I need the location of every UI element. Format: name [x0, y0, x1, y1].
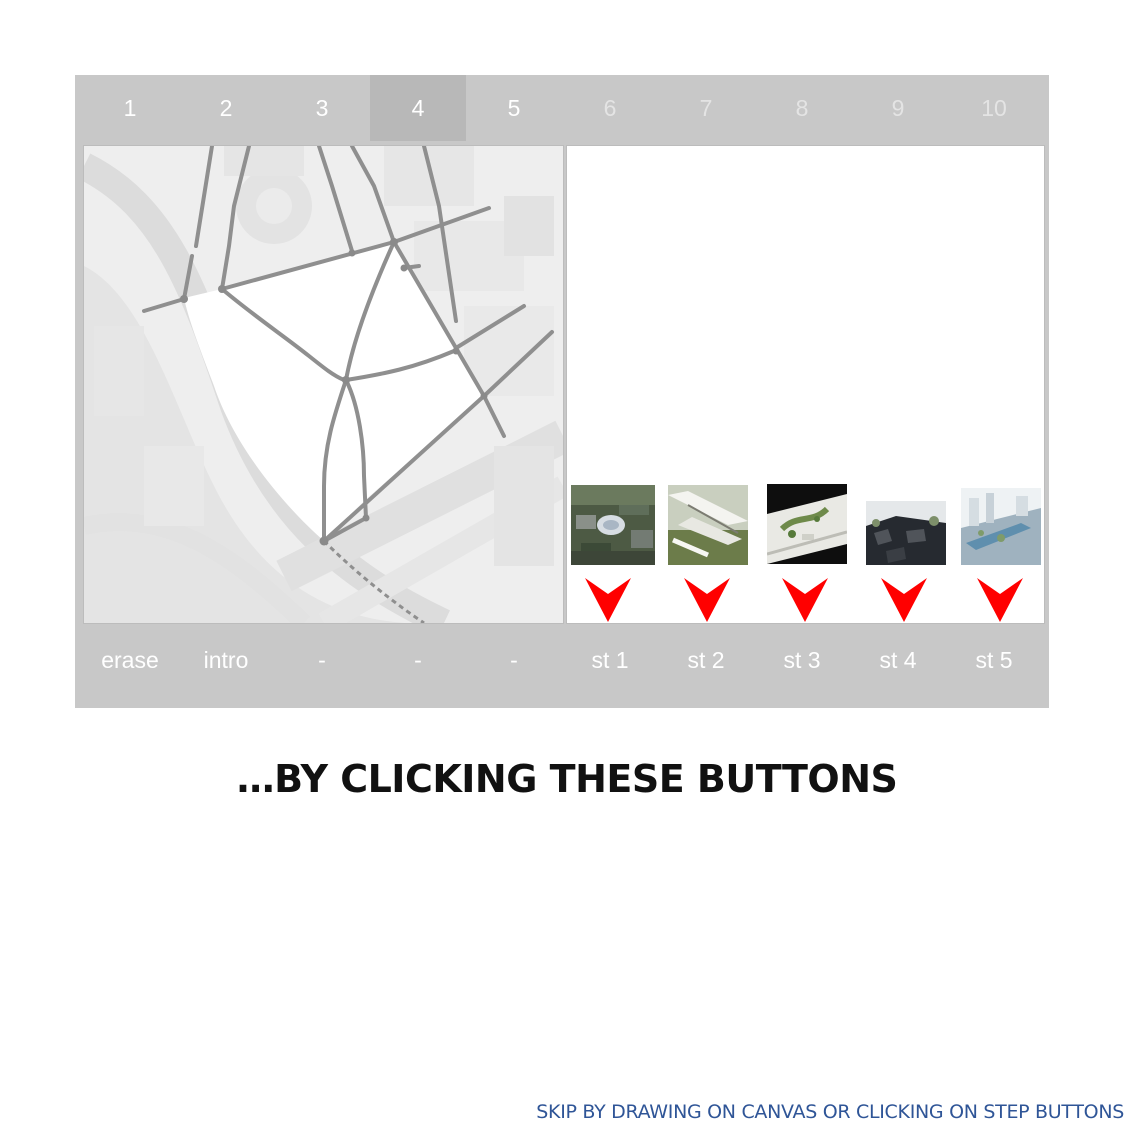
tab-9[interactable]: 9 [850, 75, 946, 141]
page-tabs: 1 2 3 4 5 6 7 8 9 10 [82, 75, 1042, 141]
tab-5[interactable]: 5 [466, 75, 562, 141]
site-map-drawing [84, 146, 563, 623]
arrow-down-icon-st1 [585, 578, 631, 622]
st2-thumbnail[interactable] [668, 485, 748, 565]
tab-3[interactable]: 3 [274, 75, 370, 141]
st2-button[interactable]: st 2 [658, 627, 754, 693]
tab-10[interactable]: 10 [946, 75, 1042, 141]
intro-button[interactable]: intro [178, 627, 274, 693]
tab-2[interactable]: 2 [178, 75, 274, 141]
headline: …BY CLICKING THESE BUTTONS [236, 757, 898, 801]
preview-canvas [566, 145, 1045, 624]
white-structure-render-icon [668, 485, 748, 565]
tab-7[interactable]: 7 [658, 75, 754, 141]
blue-city-render-icon [961, 488, 1041, 565]
drawing-canvas[interactable] [83, 145, 564, 624]
st3-button[interactable]: st 3 [754, 627, 850, 693]
tab-6[interactable]: 6 [562, 75, 658, 141]
st1-button[interactable]: st 1 [562, 627, 658, 693]
st3-thumbnail[interactable] [767, 484, 847, 564]
site-model-photo-icon [767, 484, 847, 564]
arrow-down-icon-st4 [881, 578, 927, 622]
arrow-down-icon-st2 [684, 578, 730, 622]
st4-button[interactable]: st 4 [850, 627, 946, 693]
st1-thumbnail[interactable] [571, 485, 655, 565]
step-buttons: erase intro - - - st 1 st 2 st 3 st 4 st… [82, 627, 1042, 693]
st5-button[interactable]: st 5 [946, 627, 1042, 693]
step-button-empty-2[interactable]: - [370, 627, 466, 693]
dark-roofs-render-icon [866, 501, 946, 565]
aerial-city-photo-icon [571, 485, 655, 565]
tab-8[interactable]: 8 [754, 75, 850, 141]
skip-link[interactable]: SKIP BY DRAWING ON CANVAS OR CLICKING ON… [536, 1101, 1124, 1123]
step-button-empty-3[interactable]: - [466, 627, 562, 693]
st5-thumbnail[interactable] [961, 488, 1041, 565]
tab-4[interactable]: 4 [370, 75, 466, 141]
arrow-down-icon-st5 [977, 578, 1023, 622]
app-panel: 1 2 3 4 5 6 7 8 9 10 erase intro - - - s… [75, 75, 1049, 708]
step-button-empty-1[interactable]: - [274, 627, 370, 693]
tab-1[interactable]: 1 [82, 75, 178, 141]
st4-thumbnail[interactable] [866, 501, 946, 565]
erase-button[interactable]: erase [82, 627, 178, 693]
arrow-down-icon-st3 [782, 578, 828, 622]
